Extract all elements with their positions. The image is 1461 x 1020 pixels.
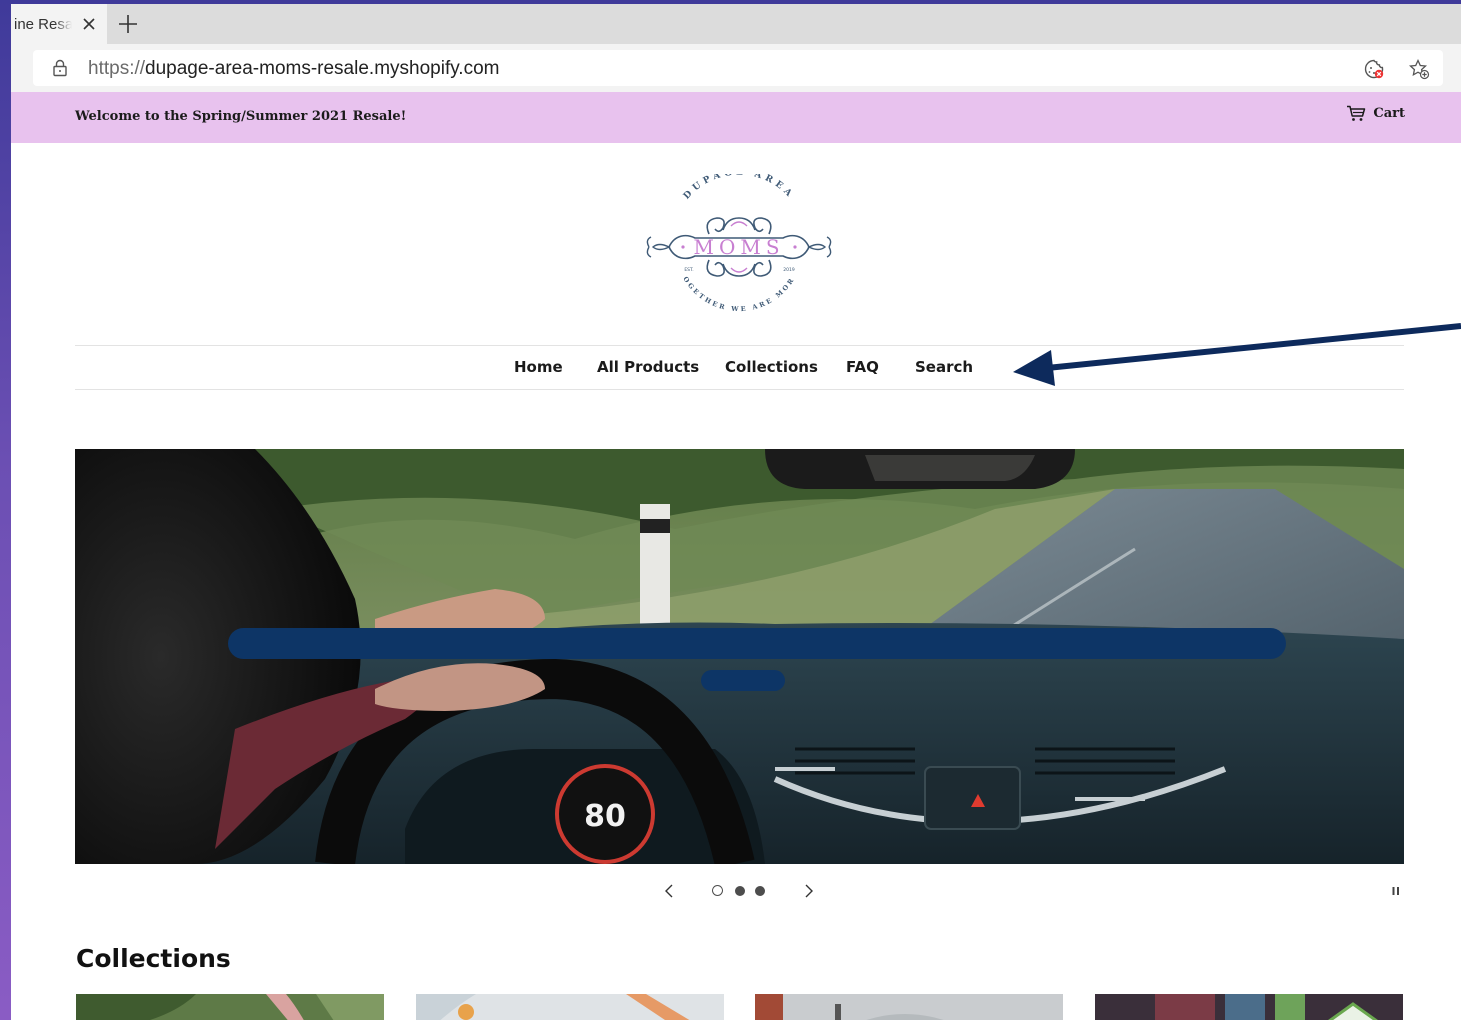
collection-image: [755, 994, 1063, 1020]
logo-top-text: DUPAGE AREA: [682, 174, 792, 202]
collection-card[interactable]: [76, 994, 384, 1020]
nav-collections[interactable]: Collections: [725, 358, 818, 376]
browser-toolbar: https://dupage-area-moms-resale.myshopif…: [11, 44, 1461, 92]
pause-icon[interactable]: [1392, 886, 1400, 896]
collections-heading: Collections: [76, 944, 231, 973]
chevron-left-icon[interactable]: [663, 883, 675, 899]
collection-image: [416, 994, 724, 1020]
browser-tab[interactable]: ine Resa: [11, 4, 107, 44]
announcement-text: Welcome to the Spring/Summer 2021 Resale…: [75, 109, 407, 124]
cart-label: Cart: [1373, 106, 1405, 121]
cookie-blocked-icon[interactable]: [1363, 58, 1385, 80]
nav-home[interactable]: Home: [514, 358, 563, 376]
logo-year-text: 2019: [783, 267, 795, 273]
address-bar[interactable]: https://dupage-area-moms-resale.myshopif…: [33, 50, 1443, 86]
hero-slideshow[interactable]: 80: [75, 449, 1404, 864]
close-icon[interactable]: [79, 14, 99, 34]
collection-card[interactable]: [1095, 994, 1403, 1020]
url-text[interactable]: https://dupage-area-moms-resale.myshopif…: [88, 58, 499, 80]
logo-center-text: MOMS: [693, 235, 784, 259]
cart-link[interactable]: Cart: [1346, 105, 1405, 122]
nav-all-products[interactable]: All Products: [597, 358, 699, 376]
redacted-hero-button: [701, 670, 785, 691]
collection-card[interactable]: [755, 994, 1063, 1020]
slide-dot-1[interactable]: [712, 885, 723, 896]
site-logo[interactable]: DUPAGE AREA TOGETHER WE ARE MORE MOMS ES…: [639, 174, 839, 312]
url-scheme: https://: [88, 58, 146, 79]
favorite-add-icon[interactable]: [1408, 58, 1430, 80]
tab-title: ine Resa: [14, 15, 72, 33]
speedometer-value: 80: [584, 799, 626, 834]
browser-window: ine Resa https://dupage-area-moms-resale…: [11, 4, 1461, 1020]
nav-faq[interactable]: FAQ: [846, 358, 879, 376]
annotation-arrow: [1013, 323, 1461, 386]
slideshow-controls: [11, 878, 1461, 904]
tab-strip: ine Resa: [11, 4, 1461, 44]
announcement-bar: Welcome to the Spring/Summer 2021 Resale…: [11, 92, 1461, 143]
url-host: dupage-area-moms-resale.myshopify.com: [145, 58, 500, 79]
collection-image: [1095, 994, 1403, 1020]
new-tab-icon[interactable]: [117, 13, 139, 35]
logo-est-text: EST.: [684, 267, 693, 273]
nav-search[interactable]: Search: [915, 358, 973, 376]
collection-card[interactable]: [416, 994, 724, 1020]
svg-text:DUPAGE AREA: DUPAGE AREA: [682, 174, 796, 202]
redacted-hero-heading: [228, 628, 1286, 659]
slide-dot-2[interactable]: [735, 886, 745, 896]
cart-icon: [1347, 105, 1366, 121]
slide-dot-3[interactable]: [755, 886, 765, 896]
collection-image: [76, 994, 384, 1020]
lock-icon[interactable]: [51, 59, 69, 77]
chevron-right-icon[interactable]: [803, 883, 815, 899]
